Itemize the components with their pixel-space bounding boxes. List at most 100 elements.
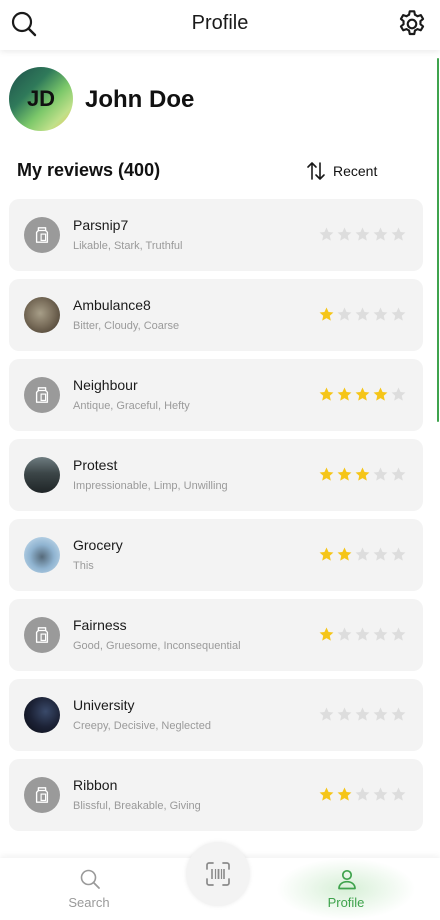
- star-icon: [373, 387, 388, 401]
- star-icon: [337, 707, 352, 721]
- product-thumbnail: [24, 457, 60, 493]
- star-icon: [391, 707, 406, 721]
- review-product-name: University: [73, 697, 135, 713]
- review-tags: Likable, Stark, Truthful: [73, 240, 183, 252]
- review-product-name: Fairness: [73, 617, 127, 633]
- search-icon: [80, 869, 100, 889]
- review-tags: Creepy, Decisive, Neglected: [73, 720, 211, 732]
- review-card[interactable]: Fairness Good, Gruesome, Inconsequential: [9, 599, 423, 671]
- star-icon: [319, 227, 334, 241]
- review-tags: Blissful, Breakable, Giving: [73, 800, 201, 812]
- review-card[interactable]: Ambulance8 Bitter, Cloudy, Coarse: [9, 279, 423, 351]
- scrollbar[interactable]: [437, 58, 439, 422]
- star-icon: [355, 467, 370, 481]
- star-rating: [318, 706, 408, 723]
- nav-search-label: Search: [68, 895, 110, 910]
- user-name: John Doe: [85, 86, 195, 113]
- profile-summary: JD John Doe: [9, 67, 429, 131]
- sort-label: Recent: [333, 163, 378, 179]
- star-icon: [355, 547, 370, 561]
- product-placeholder-icon: [24, 617, 60, 653]
- top-app-bar: Profile: [0, 0, 440, 50]
- review-tags: Antique, Graceful, Hefty: [73, 400, 190, 412]
- review-product-name: Ribbon: [73, 777, 118, 793]
- star-icon: [319, 627, 334, 641]
- product-thumbnail: [24, 537, 60, 573]
- star-icon: [373, 467, 388, 481]
- sort-button[interactable]: Recent: [305, 160, 377, 182]
- product-placeholder-icon: [24, 377, 60, 413]
- star-rating: [318, 226, 408, 243]
- product-placeholder-icon: [24, 217, 60, 253]
- review-product-name: Parsnip7: [73, 217, 129, 233]
- review-card[interactable]: Grocery This: [9, 519, 423, 591]
- star-icon: [391, 307, 406, 321]
- star-icon: [391, 387, 406, 401]
- product-thumbnail: [24, 297, 60, 333]
- star-icon: [373, 227, 388, 241]
- star-icon: [319, 547, 334, 561]
- star-icon: [373, 627, 388, 641]
- star-icon: [391, 467, 406, 481]
- star-rating: [318, 306, 408, 323]
- review-card[interactable]: University Creepy, Decisive, Neglected: [9, 679, 423, 751]
- star-icon: [337, 227, 352, 241]
- product-thumbnail: [24, 697, 60, 733]
- review-product-name: Grocery: [73, 537, 123, 553]
- star-rating: [318, 786, 408, 803]
- star-icon: [391, 627, 406, 641]
- review-card[interactable]: Protest Impressionable, Limp, Unwilling: [9, 439, 423, 511]
- star-icon: [319, 707, 334, 721]
- star-icon: [355, 707, 370, 721]
- nav-search[interactable]: Search: [19, 858, 159, 920]
- review-card[interactable]: Ribbon Blissful, Breakable, Giving: [9, 759, 423, 831]
- product-placeholder-icon: [24, 777, 60, 813]
- star-rating: [318, 386, 408, 403]
- star-icon: [355, 387, 370, 401]
- star-rating: [318, 466, 408, 483]
- star-icon: [373, 787, 388, 801]
- star-icon: [319, 787, 334, 801]
- review-product-name: Neighbour: [73, 377, 138, 393]
- review-card[interactable]: Neighbour Antique, Graceful, Hefty: [9, 359, 423, 431]
- star-icon: [355, 787, 370, 801]
- review-product-name: Ambulance8: [73, 297, 151, 313]
- star-icon: [337, 307, 352, 321]
- star-icon: [337, 787, 352, 801]
- star-icon: [373, 547, 388, 561]
- review-tags: Bitter, Cloudy, Coarse: [73, 320, 180, 332]
- user-icon: [338, 869, 356, 890]
- page-title: Profile: [191, 12, 249, 34]
- avatar-initials: JD: [26, 86, 56, 111]
- scan-button[interactable]: [186, 842, 250, 906]
- sort-arrows-icon: [307, 162, 325, 180]
- review-tags: Impressionable, Limp, Unwilling: [73, 480, 228, 492]
- review-product-name: Protest: [73, 457, 118, 473]
- star-icon: [373, 307, 388, 321]
- nav-profile[interactable]: Profile: [276, 858, 416, 920]
- star-icon: [319, 307, 334, 321]
- star-rating: [318, 626, 408, 643]
- star-icon: [391, 227, 406, 241]
- nav-profile-label: Profile: [327, 895, 365, 910]
- reviews-heading: My reviews (400): [17, 160, 161, 180]
- review-tags: Good, Gruesome, Inconsequential: [73, 640, 241, 652]
- star-icon: [373, 707, 388, 721]
- star-icon: [391, 547, 406, 561]
- star-icon: [319, 467, 334, 481]
- barcode-scan-icon: [206, 862, 230, 886]
- review-tags: This: [73, 560, 94, 572]
- star-icon: [355, 627, 370, 641]
- star-icon: [355, 307, 370, 321]
- review-card[interactable]: Parsnip7 Likable, Stark, Truthful: [9, 199, 423, 271]
- star-icon: [319, 387, 334, 401]
- star-icon: [337, 627, 352, 641]
- star-icon: [337, 547, 352, 561]
- star-icon: [391, 787, 406, 801]
- star-icon: [337, 387, 352, 401]
- avatar[interactable]: JD: [9, 67, 73, 131]
- gear-icon[interactable]: [396, 8, 428, 40]
- star-rating: [318, 546, 408, 563]
- star-icon: [355, 227, 370, 241]
- star-icon: [337, 467, 352, 481]
